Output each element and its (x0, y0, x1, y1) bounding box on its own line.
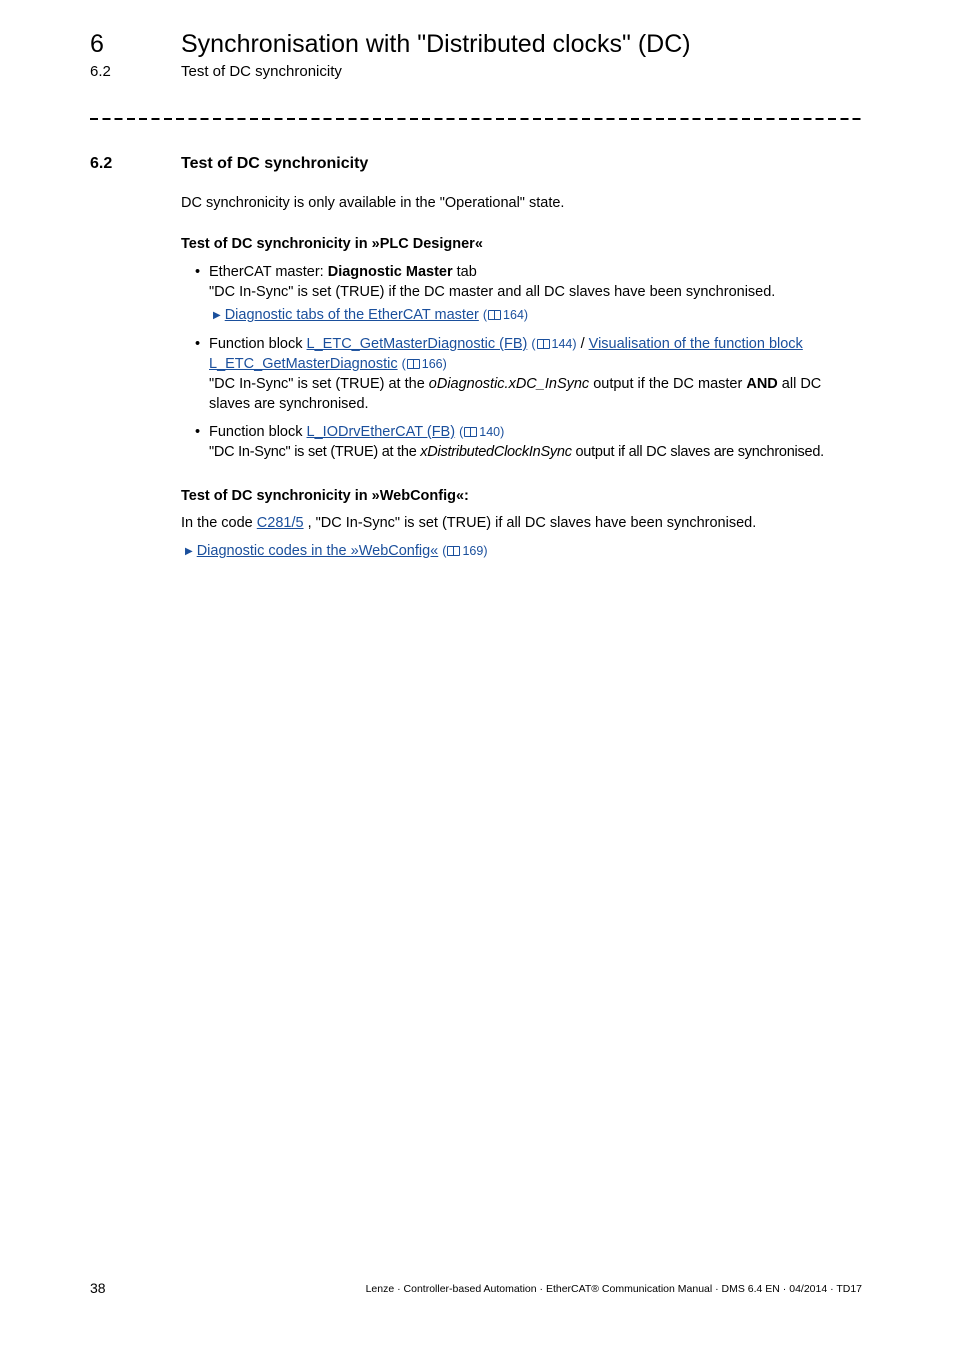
text: In the code (181, 515, 257, 531)
output-name: xDistributedClockInSync (420, 444, 572, 460)
header-divider (90, 118, 862, 120)
chapter-title: Synchronisation with "Distributed clocks… (181, 30, 691, 58)
desc-text: all DC (777, 376, 822, 392)
page-number: 38 (90, 1280, 106, 1296)
section-title: Test of DC synchronicity (181, 155, 369, 172)
desc-text: "DC In-Sync" is set (TRUE) at the (209, 376, 429, 392)
desc-bold: AND (746, 376, 778, 392)
cross-reference: ▶ Diagnostic codes in the »WebConfig« (16… (185, 541, 487, 562)
list-item: • Function block L_ETC_GetMasterDiagnost… (195, 334, 869, 414)
chapter-number: 6 (90, 30, 104, 58)
list-item: • Function block L_IODrvEtherCAT (FB) (1… (195, 422, 889, 462)
text: , "DC In-Sync" is set (TRUE) if all DC s… (303, 515, 757, 531)
item-description: "DC In-Sync" is set (TRUE) if the DC mas… (209, 284, 776, 300)
item-suffix: tab (452, 264, 477, 280)
header-section-number: 6.2 (90, 63, 111, 80)
footer-text: Lenze · Controller-based Automation · Et… (365, 1283, 862, 1295)
header-section-title: Test of DC synchronicity (181, 63, 342, 80)
desc-text: output if all DC slaves are synchronised… (571, 444, 824, 460)
triangle-right-icon: ▶ (185, 546, 193, 557)
plc-heading: Test of DC synchronicity in »PLC Designe… (181, 236, 483, 252)
page-ref[interactable]: (169) (442, 544, 487, 558)
book-icon (488, 310, 502, 320)
webconfig-text: In the code C281/5 , "DC In-Sync" is set… (181, 513, 756, 533)
desc-text: output if the DC master (589, 376, 747, 392)
triangle-right-icon: ▶ (213, 310, 221, 321)
page-ref[interactable]: (144) (531, 337, 576, 351)
link-get-master-diagnostic-fb[interactable]: L_ETC_GetMasterDiagnostic (FB) (307, 336, 528, 352)
item-prefix: Function block (209, 336, 307, 352)
page-ref[interactable]: (166) (402, 357, 447, 371)
bullet: • (195, 264, 201, 280)
section-number: 6.2 (90, 155, 113, 172)
list-item: • EtherCAT master: Diagnostic Master tab… (195, 262, 869, 326)
book-icon (536, 339, 550, 349)
cross-reference: ▶ Diagnostic tabs of the EtherCAT master … (213, 305, 869, 326)
link-code-c281[interactable]: C281/5 (257, 515, 304, 531)
item-prefix: EtherCAT master: (209, 264, 328, 280)
item-prefix: Function block (209, 424, 307, 440)
page-ref[interactable]: (140) (459, 425, 504, 439)
link-iodrv-ethercat-fb[interactable]: L_IODrvEtherCAT (FB) (307, 424, 456, 440)
intro-text: DC synchronicity is only available in th… (181, 195, 565, 211)
desc-text: slaves are synchronised. (209, 396, 369, 412)
bullet: • (195, 336, 201, 352)
book-icon (406, 359, 420, 369)
page-ref[interactable]: (164) (483, 308, 528, 322)
book-icon (464, 427, 478, 437)
link-diagnostic-codes-webconfig[interactable]: Diagnostic codes in the »WebConfig« (197, 543, 439, 559)
item-bold: Diagnostic Master (327, 264, 453, 280)
link-diagnostic-tabs[interactable]: Diagnostic tabs of the EtherCAT master (225, 307, 479, 323)
desc-text: "DC In-Sync" is set (TRUE) at the (209, 444, 421, 460)
bullet: • (195, 424, 201, 440)
output-name: oDiagnostic.xDC_InSync (428, 376, 590, 392)
webconfig-heading: Test of DC synchronicity in »WebConfig«: (181, 488, 469, 504)
book-icon (447, 546, 461, 556)
separator: / (576, 336, 589, 352)
